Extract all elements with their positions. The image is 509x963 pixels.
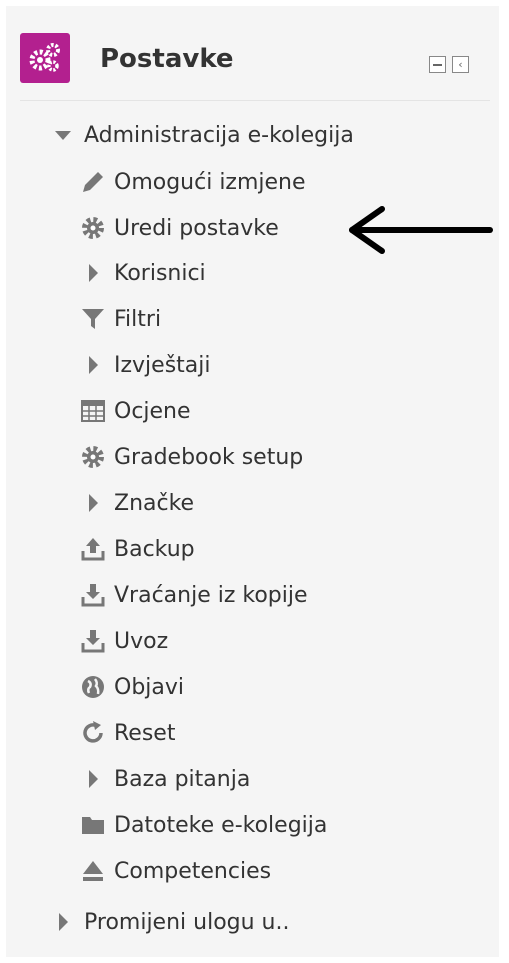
tree-item-label: Competencies — [114, 858, 272, 884]
header-divider — [20, 100, 490, 101]
tree-item-datoteke-e-kolegija[interactable]: Datoteke e-kolegija — [78, 807, 327, 843]
tree-item-uvoz[interactable]: Uvoz — [78, 623, 168, 659]
tree-item-ocjene[interactable]: Ocjene — [78, 393, 191, 429]
tree-item-baza-pitanja[interactable]: Baza pitanja — [78, 761, 250, 797]
download-icon — [78, 626, 108, 656]
filter-icon — [78, 304, 108, 334]
tree-item-backup[interactable]: Backup — [78, 531, 195, 567]
tree-item-label: Reset — [114, 720, 176, 746]
tree-item-label: Uvoz — [114, 628, 169, 654]
tree-root-label: Administracija e-kolegija — [84, 122, 354, 148]
tree-item-label: Backup — [114, 536, 195, 562]
tree-item-reset[interactable]: Reset — [78, 715, 175, 751]
caret-right-icon — [78, 350, 108, 380]
block-title: Postavke — [100, 44, 234, 74]
tree-item-znacke[interactable]: Značke — [78, 485, 194, 521]
caret-right-icon — [78, 764, 108, 794]
tree-item-label: Vraćanje iz kopije — [114, 582, 308, 608]
tree-item-label: Značke — [114, 490, 195, 516]
tree-item-objavi[interactable]: Objavi — [78, 669, 184, 705]
download-icon — [78, 580, 108, 610]
tree-item-izvjestaji[interactable]: Izvještaji — [78, 347, 211, 383]
left-arrow-icon — [349, 206, 493, 254]
refresh-icon — [78, 718, 108, 748]
tree-item-gradebook-setup[interactable]: Gradebook setup — [78, 439, 303, 475]
tree-item-label: Objavi — [114, 674, 185, 700]
tree-item-korisnici[interactable]: Korisnici — [78, 255, 206, 291]
tree-item-label: Uredi postavke — [114, 215, 279, 241]
tree-item-filtri[interactable]: Filtri — [78, 301, 161, 337]
tree-item-label: Datoteke e-kolegija — [114, 812, 328, 838]
caret-right-icon — [48, 907, 78, 937]
block-header: Postavke ‹ — [6, 6, 499, 101]
tree-item-vracanje-iz-kopije[interactable]: Vraćanje iz kopije — [78, 577, 308, 613]
folder-icon — [78, 810, 108, 840]
dock-icon[interactable]: ‹ — [452, 56, 469, 73]
tree-item-competencies[interactable]: Competencies — [78, 853, 271, 889]
caret-down-icon — [48, 120, 78, 150]
gear-icon — [78, 442, 108, 472]
tree-item-label: Gradebook setup — [114, 444, 304, 470]
tree-item-label: Korisnici — [114, 260, 206, 286]
tree-item-label: Baza pitanja — [114, 766, 251, 792]
table-icon — [78, 396, 108, 426]
upload-icon — [78, 534, 108, 564]
tree-root-administracija[interactable]: Administracija e-kolegija — [48, 117, 354, 153]
tree-item-label: Ocjene — [114, 398, 191, 424]
tree-item-omoguci-izmjene[interactable]: Omogući izmjene — [78, 164, 306, 200]
caret-right-icon — [78, 258, 108, 288]
globe-icon — [78, 672, 108, 702]
tree-item-label: Filtri — [114, 306, 162, 332]
eject-icon — [78, 856, 108, 886]
tree-item-promijeni-ulogu[interactable]: Promijeni ulogu u.. — [48, 904, 290, 940]
pencil-icon — [78, 167, 108, 197]
tree-item-label: Izvještaji — [114, 352, 211, 378]
tree-item-label: Omogući izmjene — [114, 169, 306, 195]
minimize-icon[interactable] — [429, 56, 446, 73]
tree-item-uredi-postavke[interactable]: Uredi postavke — [78, 210, 279, 246]
tree-item-label: Promijeni ulogu u.. — [84, 909, 290, 935]
gear-icon — [78, 213, 108, 243]
caret-right-icon — [78, 488, 108, 518]
settings-logo-icon — [20, 33, 70, 83]
